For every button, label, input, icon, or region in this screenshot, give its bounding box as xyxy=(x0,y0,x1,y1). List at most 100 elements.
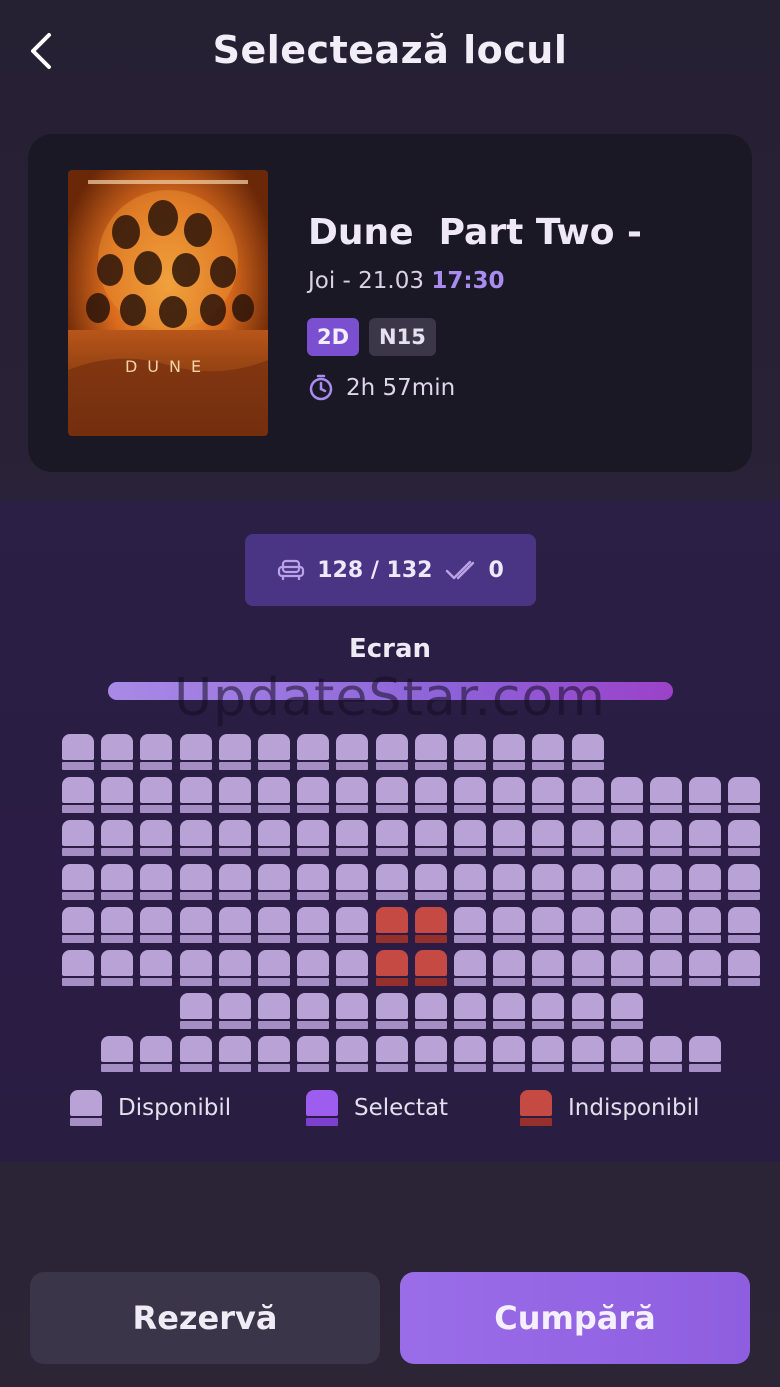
seat-available[interactable] xyxy=(258,820,290,857)
seat-available[interactable] xyxy=(454,950,486,986)
seat-available[interactable] xyxy=(62,820,94,857)
seat-available[interactable] xyxy=(258,734,290,770)
seat-available[interactable] xyxy=(689,863,722,900)
seat-available[interactable] xyxy=(650,820,682,857)
seat-available[interactable] xyxy=(375,863,408,900)
seat-available[interactable] xyxy=(571,734,604,770)
seat-available[interactable] xyxy=(414,863,447,900)
seat-available[interactable] xyxy=(297,777,330,814)
seat-available[interactable] xyxy=(493,1036,526,1073)
seat-available[interactable] xyxy=(140,950,173,986)
seat-available[interactable] xyxy=(571,777,604,814)
seat-available[interactable] xyxy=(140,734,173,770)
seat-available[interactable] xyxy=(101,906,134,943)
seat-available[interactable] xyxy=(336,950,369,986)
seat-available[interactable] xyxy=(101,734,134,770)
seat-available[interactable] xyxy=(689,950,722,986)
seat-available[interactable] xyxy=(610,863,643,900)
seat-available[interactable] xyxy=(532,734,565,770)
seat-available[interactable] xyxy=(375,993,408,1030)
seat-available[interactable] xyxy=(297,820,330,857)
seat-available[interactable] xyxy=(571,863,604,900)
seat-available[interactable] xyxy=(414,777,447,814)
seat-available[interactable] xyxy=(728,820,761,857)
seat-available[interactable] xyxy=(336,906,369,943)
seat-available[interactable] xyxy=(414,734,447,770)
seat-available[interactable] xyxy=(140,906,173,943)
seat-available[interactable] xyxy=(454,734,486,770)
seat-available[interactable] xyxy=(650,1036,682,1073)
seat-available[interactable] xyxy=(297,1036,330,1073)
seat-available[interactable] xyxy=(454,777,486,814)
seat-available[interactable] xyxy=(258,1036,290,1073)
seat-available[interactable] xyxy=(336,993,369,1030)
seat-available[interactable] xyxy=(218,734,251,770)
seat-available[interactable] xyxy=(728,777,761,814)
seat-available[interactable] xyxy=(336,734,369,770)
seat-available[interactable] xyxy=(454,993,486,1030)
seat-available[interactable] xyxy=(571,820,604,857)
seat-available[interactable] xyxy=(375,820,408,857)
seat-available[interactable] xyxy=(610,777,643,814)
seat-available[interactable] xyxy=(140,1036,173,1073)
seat-available[interactable] xyxy=(179,1036,212,1073)
seat-available[interactable] xyxy=(218,950,251,986)
seat-available[interactable] xyxy=(218,906,251,943)
seat-available[interactable] xyxy=(101,863,134,900)
seat-available[interactable] xyxy=(297,734,330,770)
seat-available[interactable] xyxy=(140,863,173,900)
seat-available[interactable] xyxy=(493,863,526,900)
seat-available[interactable] xyxy=(218,1036,251,1073)
seat-available[interactable] xyxy=(179,993,212,1030)
seat-available[interactable] xyxy=(532,777,565,814)
seat-available[interactable] xyxy=(414,993,447,1030)
seat-available[interactable] xyxy=(728,950,761,986)
seat-available[interactable] xyxy=(375,1036,408,1073)
seat-available[interactable] xyxy=(493,950,526,986)
seat-available[interactable] xyxy=(571,950,604,986)
seat-available[interactable] xyxy=(258,950,290,986)
seat-available[interactable] xyxy=(532,820,565,857)
seat-available[interactable] xyxy=(689,820,722,857)
seat-available[interactable] xyxy=(689,777,722,814)
seat-available[interactable] xyxy=(493,734,526,770)
seat-available[interactable] xyxy=(375,734,408,770)
seat-available[interactable] xyxy=(218,993,251,1030)
seat-available[interactable] xyxy=(62,906,94,943)
buy-button[interactable]: Cumpără xyxy=(400,1272,750,1364)
seat-available[interactable] xyxy=(336,777,369,814)
seat-available[interactable] xyxy=(414,820,447,857)
seat-available[interactable] xyxy=(532,863,565,900)
seat-available[interactable] xyxy=(258,906,290,943)
seat-available[interactable] xyxy=(689,906,722,943)
seat-available[interactable] xyxy=(297,950,330,986)
seat-available[interactable] xyxy=(140,820,173,857)
seat-available[interactable] xyxy=(297,863,330,900)
seat-available[interactable] xyxy=(101,820,134,857)
seat-available[interactable] xyxy=(414,1036,447,1073)
seat-available[interactable] xyxy=(532,906,565,943)
seat-available[interactable] xyxy=(336,1036,369,1073)
seat-available[interactable] xyxy=(454,820,486,857)
seat-available[interactable] xyxy=(179,863,212,900)
seat-available[interactable] xyxy=(610,993,643,1030)
seat-available[interactable] xyxy=(454,1036,486,1073)
seat-available[interactable] xyxy=(728,863,761,900)
seat-available[interactable] xyxy=(336,820,369,857)
seat-available[interactable] xyxy=(532,1036,565,1073)
seat-available[interactable] xyxy=(218,777,251,814)
seat-available[interactable] xyxy=(454,906,486,943)
seat-available[interactable] xyxy=(571,993,604,1030)
seat-available[interactable] xyxy=(218,820,251,857)
seat-available[interactable] xyxy=(179,950,212,986)
seat-available[interactable] xyxy=(532,993,565,1030)
seat-available[interactable] xyxy=(532,950,565,986)
seat-available[interactable] xyxy=(62,950,94,986)
seat-available[interactable] xyxy=(62,777,94,814)
reserve-button[interactable]: Rezervă xyxy=(30,1272,380,1364)
seat-available[interactable] xyxy=(218,863,251,900)
seat-available[interactable] xyxy=(571,906,604,943)
seat-available[interactable] xyxy=(101,777,134,814)
seat-available[interactable] xyxy=(571,1036,604,1073)
seat-available[interactable] xyxy=(101,1036,134,1073)
